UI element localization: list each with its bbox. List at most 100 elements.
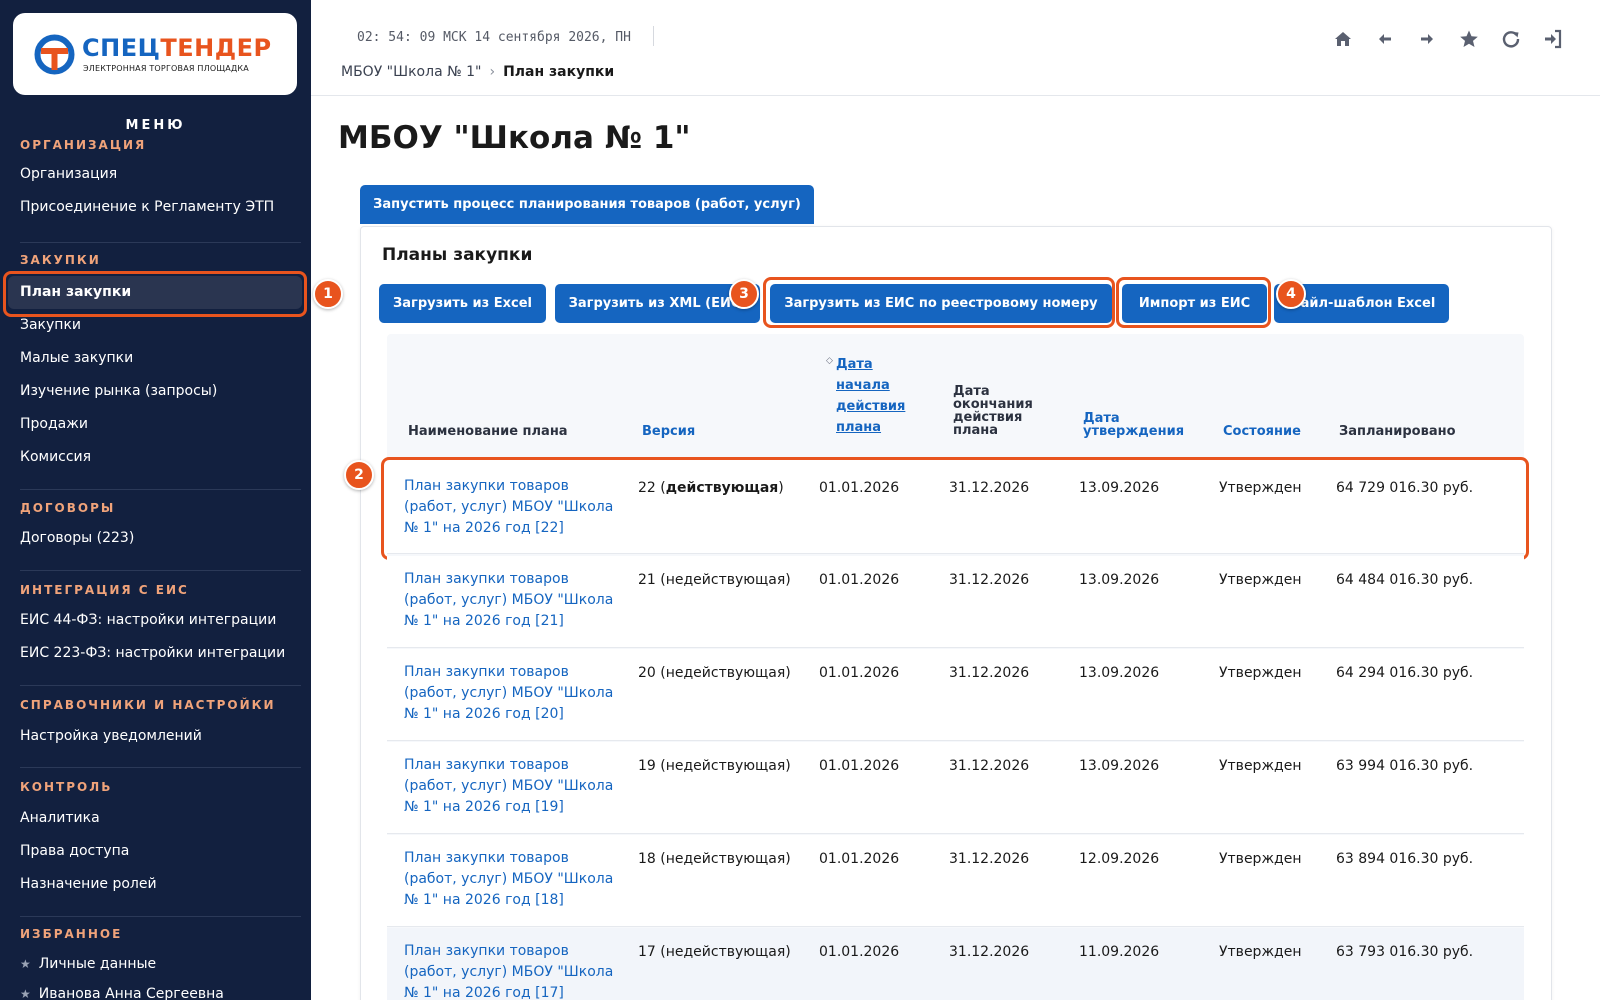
logo-subtitle: ЭЛЕКТРОННАЯ ТОРГОВАЯ ПЛОЩАДКА [83,64,249,73]
sidebar-item-commission[interactable]: Комиссия [20,449,91,465]
sidebar-divider [20,489,301,490]
sidebar-divider [20,685,301,686]
annotation-badge-3: 3 [729,279,759,309]
forward-arrow-icon[interactable] [1416,28,1438,50]
column-header-start-date[interactable]: Дата начала действия плана [836,354,905,438]
plan-planned-amount: 63 994 016.30 руб. [1336,758,1474,774]
column-header-version[interactable]: Версия [642,425,695,438]
sidebar-item-personal-data[interactable]: ★ Личные данные [20,956,156,972]
sidebar-item-eis-223[interactable]: ЕИС 223-ФЗ: настройки интеграции [20,645,285,661]
star-icon: ★ [20,987,31,1000]
plan-status: Утвержден [1219,758,1302,774]
breadcrumb: МБОУ "Школа № 1" › План закупки [341,64,614,80]
sidebar-item-notifications[interactable]: Настройка уведомлений [20,728,202,744]
plan-link[interactable]: План закупки товаров (работ, услуг) МБОУ… [404,755,624,818]
plan-start-date: 01.01.2026 [819,665,900,681]
plan-status: Утвержден [1219,665,1302,681]
column-header-approval-date[interactable]: Дата утверждения [1083,412,1184,438]
plan-end-date: 31.12.2026 [949,572,1030,588]
panel-title: Планы закупки [382,245,533,265]
clock: 02: 54: 09 МСК 14 сентября 2026, ПН [357,30,631,45]
section-title-purchases: ЗАКУПКИ [20,253,101,267]
menu-title: МЕНЮ [125,118,186,133]
sidebar-item-roles[interactable]: Назначение ролей [20,876,157,892]
sidebar: СПЕЦТЕНДЕР ЭЛЕКТРОННАЯ ТОРГОВАЯ ПЛОЩАДКА… [0,0,311,1000]
section-title-organization: ОРГАНИЗАЦИЯ [20,138,147,152]
annotation-badge-2: 2 [344,460,374,490]
plan-version: 17 (недействующая) [638,944,791,960]
breadcrumb-separator: › [489,64,496,80]
load-excel-button[interactable]: Загрузить из Excel [379,284,546,323]
plan-version: 18 (недействующая) [638,851,791,867]
highlight-frame-1 [3,271,307,317]
table-row[interactable]: План закупки товаров (работ, услуг) МБОУ… [387,928,1524,1000]
section-title-contracts: ДОГОВОРЫ [20,501,116,515]
plan-link[interactable]: План закупки товаров (работ, услуг) МБОУ… [404,662,624,725]
plan-version: 19 (недействующая) [638,758,791,774]
sidebar-item-label: Личные данные [38,956,157,972]
column-header-name: Наименование плана [408,424,568,439]
plan-status: Утвержден [1219,944,1302,960]
star-icon: ★ [20,957,31,971]
annotation-badge-4: 4 [1276,279,1306,309]
plan-planned-amount: 64 294 016.30 руб. [1336,665,1474,681]
sidebar-item-organization[interactable]: Организация [20,166,117,182]
plan-status: Утвержден [1219,851,1302,867]
sidebar-item-user[interactable]: ★ Иванова Анна Сергеевна [20,986,224,1000]
logo[interactable]: СПЕЦТЕНДЕР ЭЛЕКТРОННАЯ ТОРГОВАЯ ПЛОЩАДКА [13,13,297,95]
back-arrow-icon[interactable] [1374,28,1396,50]
divider [653,26,654,46]
sidebar-divider [20,916,301,917]
plan-link[interactable]: План закупки товаров (работ, услуг) МБОУ… [404,848,624,911]
plan-planned-amount: 64 484 016.30 руб. [1336,572,1474,588]
table-row[interactable]: План закупки товаров (работ, услуг) МБОУ… [387,835,1524,927]
sidebar-item-eis-44[interactable]: ЕИС 44-ФЗ: настройки интеграции [20,612,276,628]
plan-start-date: 01.01.2026 [819,572,900,588]
sidebar-divider [20,242,301,243]
plan-planned-amount: 63 894 016.30 руб. [1336,851,1474,867]
sidebar-item-access-rights[interactable]: Права доступа [20,843,129,859]
plan-end-date: 31.12.2026 [949,944,1030,960]
section-title-favorites: ИЗБРАННОЕ [20,927,123,941]
plan-status: Утвержден [1219,572,1302,588]
table-row[interactable]: План закупки товаров (работ, услуг) МБОУ… [387,649,1524,741]
plan-start-date: 01.01.2026 [819,944,900,960]
column-header-status[interactable]: Состояние [1223,425,1301,438]
refresh-icon[interactable] [1500,28,1522,50]
sidebar-item-purchases[interactable]: Закупки [20,317,81,333]
sidebar-item-sales[interactable]: Продажи [20,416,88,432]
logout-icon[interactable] [1542,28,1564,50]
plan-end-date: 31.12.2026 [949,758,1030,774]
table-row[interactable]: План закупки товаров (работ, услуг) МБОУ… [387,742,1524,834]
sidebar-item-market-research[interactable]: Изучение рынка (запросы) [20,383,217,399]
plan-link[interactable]: План закупки товаров (работ, услуг) МБОУ… [404,569,624,632]
column-header-end-date: Дата окончания действия плана [953,384,1033,438]
page-title: МБОУ "Школа № 1" [338,120,691,156]
sidebar-item-analytics[interactable]: Аналитика [20,810,100,826]
section-title-eis: ИНТЕГРАЦИЯ С ЕИС [20,583,189,597]
home-icon[interactable] [1332,28,1354,50]
sidebar-item-contracts[interactable]: Договоры (223) [20,530,134,546]
sidebar-divider [20,570,301,571]
sidebar-divider [20,767,301,768]
plan-version: 20 (недействующая) [638,665,791,681]
plan-end-date: 31.12.2026 [949,665,1030,681]
table-row[interactable]: План закупки товаров (работ, услуг) МБОУ… [387,556,1524,648]
annotation-badge-1: 1 [313,279,343,309]
sidebar-item-label: Иванова Анна Сергеевна [38,986,224,1000]
sidebar-item-regulation[interactable]: Присоединение к Регламенту ЭТП [20,199,274,215]
breadcrumb-link-org[interactable]: МБОУ "Школа № 1" [341,64,481,80]
sort-icon[interactable]: ◇ [826,356,833,366]
plan-link[interactable]: План закупки товаров (работ, услуг) МБОУ… [404,941,624,1000]
plan-approval-date: 13.09.2026 [1079,758,1160,774]
logo-title: СПЕЦТЕНДЕР [82,34,272,62]
highlight-frame-4 [1116,277,1271,328]
plan-start-date: 01.01.2026 [819,851,900,867]
sidebar-item-small-purchases[interactable]: Малые закупки [20,350,133,366]
logo-icon [34,34,75,75]
plan-start-date: 01.01.2026 [819,758,900,774]
plan-approval-date: 12.09.2026 [1079,851,1160,867]
start-planning-button[interactable]: Запустить процесс планирования товаров (… [360,185,814,224]
star-icon[interactable] [1458,28,1480,50]
breadcrumb-current: План закупки [503,64,615,80]
